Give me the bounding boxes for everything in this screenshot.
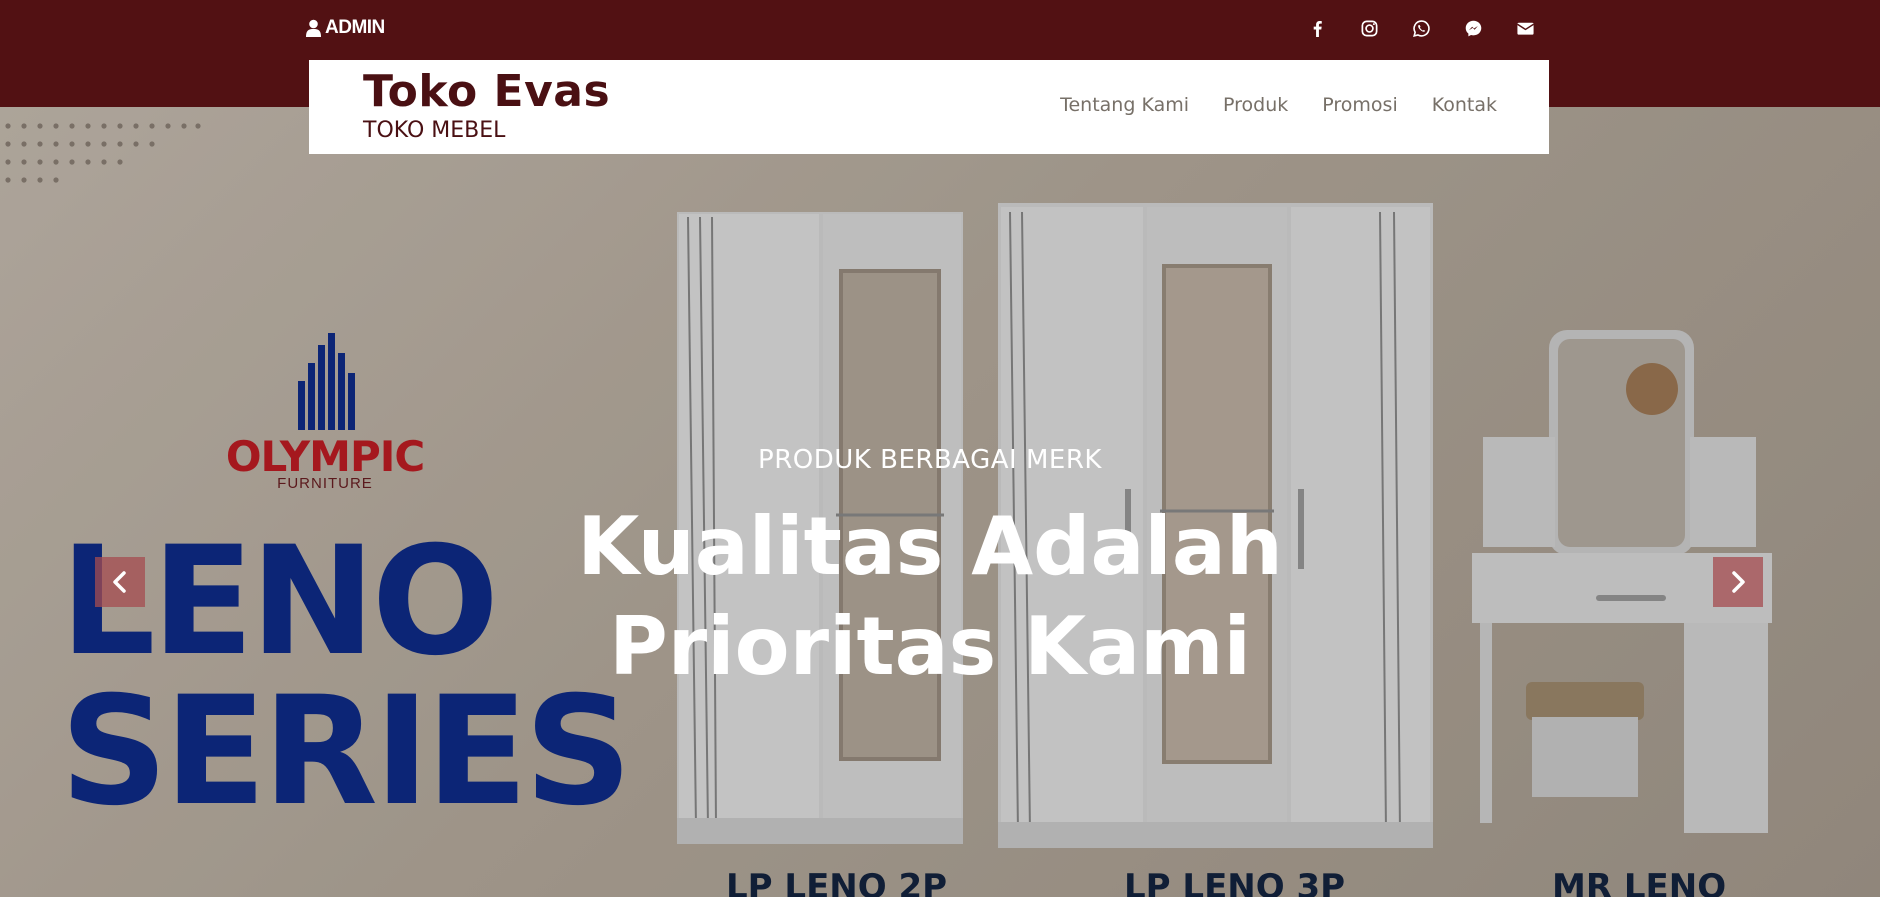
main-nav: Tentang Kami Produk Promosi Kontak <box>1060 94 1497 116</box>
brand[interactable]: Toko Evas TOKO MEBEL <box>363 68 610 144</box>
whatsapp-icon[interactable] <box>1409 16 1433 40</box>
hero-caption: PRODUK BERBAGAI MERK Kualitas Adalah Pri… <box>540 445 1320 697</box>
hero-title-line1: Kualitas Adalah <box>577 500 1283 593</box>
header-nav: Toko Evas TOKO MEBEL Tentang Kami Produk… <box>309 60 1549 154</box>
social-links <box>1305 16 1537 40</box>
instagram-icon[interactable] <box>1357 16 1381 40</box>
carousel-prev-button[interactable] <box>95 557 145 607</box>
chevron-right-icon <box>1732 571 1745 593</box>
nav-promosi[interactable]: Promosi <box>1322 94 1397 116</box>
nav-kontak[interactable]: Kontak <box>1432 94 1497 116</box>
nav-produk[interactable]: Produk <box>1223 94 1288 116</box>
hero-title: Kualitas Adalah Prioritas Kami <box>540 497 1320 697</box>
admin-link[interactable]: ADMIN <box>306 16 385 40</box>
chevron-left-icon <box>113 571 126 593</box>
hero-subtitle: PRODUK BERBAGAI MERK <box>758 445 1102 475</box>
admin-label: ADMIN <box>325 17 385 38</box>
envelope-icon[interactable] <box>1513 16 1537 40</box>
brand-name: Toko Evas <box>363 66 611 117</box>
carousel-next-button[interactable] <box>1713 557 1763 607</box>
hero-title-line2: Prioritas Kami <box>609 600 1251 693</box>
facebook-icon[interactable] <box>1305 16 1329 40</box>
messenger-icon[interactable] <box>1461 16 1485 40</box>
brand-subtitle: TOKO MEBEL <box>363 118 506 143</box>
user-icon <box>306 19 321 37</box>
nav-tentang-kami[interactable]: Tentang Kami <box>1060 94 1189 116</box>
